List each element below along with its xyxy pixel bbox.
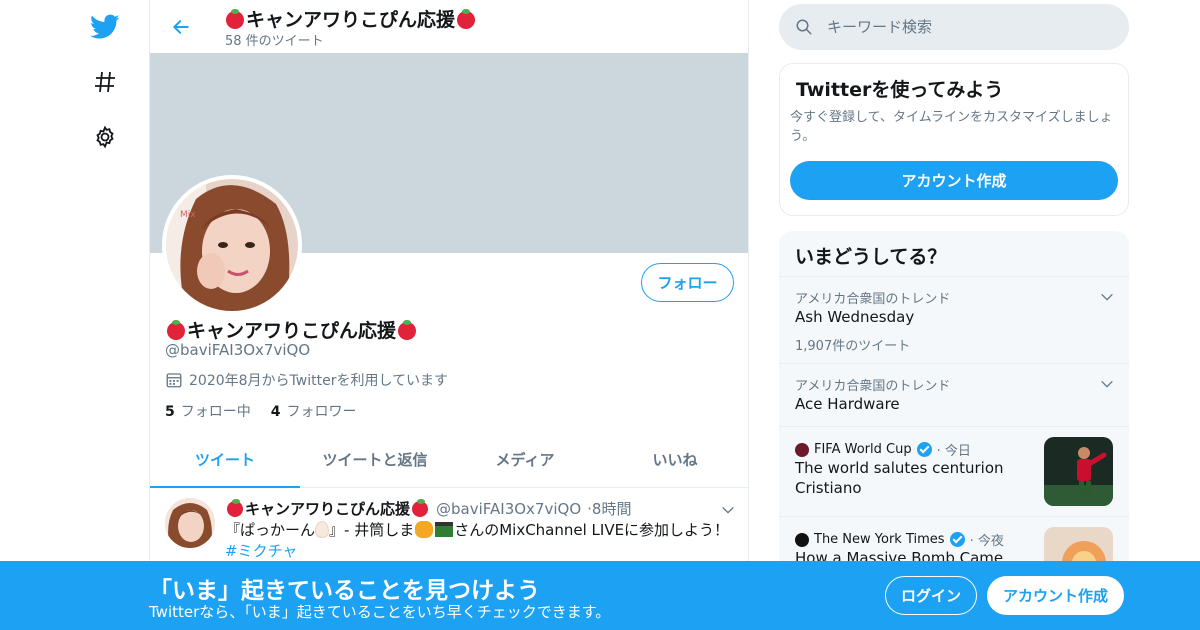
news-headline: The world salutes centurion Cristiano (795, 459, 1004, 497)
tweet-text: 『ぱっかーん 』- 井筒しま さんのMixChannel LIVEに参加しよう！ (225, 519, 729, 540)
back-button[interactable] (166, 12, 196, 42)
fifa-logo-icon (795, 442, 809, 457)
tweet-text-part1: 『ぱっかーん (225, 521, 316, 539)
chevron-down-icon[interactable] (720, 502, 736, 518)
tab-media[interactable]: メディア (450, 432, 600, 487)
back-arrow-icon (173, 20, 189, 34)
clapper-emoji-icon (435, 522, 454, 537)
signup-button[interactable]: アカウント作成 (987, 576, 1124, 615)
gear-icon[interactable] (82, 114, 128, 160)
tweet-text-part3: さんのMixChannel LIVEに参加しよう！ (454, 521, 730, 539)
news-time-text: 今日 (944, 444, 971, 459)
header-title-text: キャンアワりこぴん応援 (246, 9, 456, 31)
page: キャンアワりこぴん応援 58 件のツイート Mix フォロー キャンアワりこぴん… (0, 0, 1200, 630)
trends-title: いまどうしてる？ (795, 246, 947, 268)
news-time: · 今夜 (969, 534, 1004, 549)
header-title: キャンアワりこぴん応援 (224, 5, 477, 32)
profile-header: キャンアワりこぴん応援 58 件のツイート (150, 0, 748, 53)
tab-tweets-replies[interactable]: ツイートと返信 (300, 432, 450, 487)
tweet-count: 58 件のツイート (225, 34, 324, 49)
profile-name-text: キャンアワりこぴん応援 (187, 320, 397, 342)
trend-context: アメリカ合衆国のトレンド (795, 292, 951, 307)
verified-icon (949, 532, 965, 547)
signup-banner-title: 「いま」起きていることを見つけよう (149, 578, 540, 604)
tomato-emoji-icon (398, 320, 417, 340)
trend-context: アメリカ合衆国のトレンド (795, 379, 951, 394)
signup-card: Twitterを使ってみよう 今すぐ登録して、タイムラインをカスタマイズしましょ… (779, 63, 1129, 216)
signup-banner: 「いま」起きていることを見つけよう Twitterなら、「いま」起きていることを… (0, 561, 1200, 630)
egg-emoji-icon (315, 521, 330, 538)
tweet-handle[interactable]: @baviFAI3Ox7viQO (436, 500, 581, 518)
news-thumbnail (1044, 437, 1113, 506)
trend-count: 1,907件のツイート (795, 339, 911, 354)
create-account-button[interactable]: アカウント作成 (790, 161, 1118, 200)
trend-name: Ash Wednesday (795, 308, 915, 326)
tomato-emoji-icon (226, 9, 244, 29)
profile-column: キャンアワりこぴん応援 58 件のツイート Mix フォロー キャンアワりこぴん… (149, 0, 749, 630)
tweet-time[interactable]: ·8時間 (587, 498, 631, 519)
profile-joined: 2020年8月からTwitterを利用しています (165, 370, 448, 390)
following-label: フォロー中 (180, 404, 251, 420)
profile-handle: @baviFAI3Ox7viQO (165, 341, 311, 359)
tab-likes[interactable]: いいね (600, 432, 748, 487)
follow-button[interactable]: フォロー (641, 263, 734, 302)
chevron-down-icon[interactable] (1099, 376, 1115, 392)
svg-text:Mix: Mix (180, 210, 196, 220)
twitter-bird-icon[interactable] (82, 4, 128, 50)
tomato-emoji-icon (167, 320, 185, 340)
news-source: FIFA World Cup · 今日 (795, 440, 971, 459)
joined-text: 2020年8月からTwitterを利用しています (189, 373, 449, 389)
profile-name: キャンアワりこぴん応援 (165, 316, 418, 343)
search-input[interactable] (827, 18, 1097, 36)
trends-panel: いまどうしてる？ アメリカ合衆国のトレンド Ash Wednesday 1,90… (779, 231, 1129, 571)
login-button[interactable]: ログイン (885, 576, 977, 615)
signup-banner-subtitle: Twitterなら、「いま」起きていることをいち早くチェックできます。 (149, 603, 611, 621)
search-icon (796, 19, 812, 35)
trend-item[interactable]: アメリカ合衆国のトレンド Ash Wednesday 1,907件のツイート (779, 276, 1129, 363)
profile-tabs: ツイート ツイートと返信 メディア いいね (150, 432, 748, 488)
tomato-emoji-icon (457, 9, 476, 29)
verified-icon (916, 442, 932, 457)
profile-avatar[interactable]: Mix (162, 175, 302, 315)
tweet-header: キャンアワりこぴん応援 @baviFAI3Ox7viQO ·8時間 (225, 498, 631, 519)
calendar-icon (166, 373, 182, 388)
news-time-text: 今夜 (977, 534, 1004, 549)
tweet-time-text: 8時間 (591, 500, 632, 518)
following-count: 5 (165, 404, 175, 420)
news-source-name: The New York Times (814, 532, 945, 547)
tweet-text-part2: 』- 井筒しま (329, 521, 415, 539)
search-bar[interactable] (779, 4, 1129, 50)
news-time: · 今日 (936, 444, 971, 459)
tweet-hashtag[interactable]: #ミクチャ (225, 540, 297, 561)
profile-stats: 5 フォロー中 4 フォロワー (165, 401, 357, 421)
tiger-emoji-icon (415, 521, 434, 538)
trend-name: Ace Hardware (795, 395, 900, 413)
tomato-emoji-icon (227, 499, 243, 517)
tweet-author-name: キャンアワりこぴん応援 (245, 500, 411, 518)
tab-tweets[interactable]: ツイート (150, 432, 300, 488)
news-source: The New York Times · 今夜 (795, 530, 1004, 549)
news-item[interactable]: FIFA World Cup · 今日 The world salutes ce… (779, 426, 1129, 516)
tomato-emoji-icon (412, 499, 429, 517)
followers-label: フォロワー (286, 404, 357, 420)
news-source-name: FIFA World Cup (814, 442, 912, 457)
trend-item[interactable]: アメリカ合衆国のトレンド Ace Hardware (779, 363, 1129, 426)
followers-count: 4 (270, 404, 281, 420)
signup-card-title: Twitterを使ってみよう (796, 79, 1004, 101)
signup-card-description: 今すぐ登録して、タイムラインをカスタマイズしましょう。 (790, 110, 1113, 144)
followers-link[interactable]: 4 フォロワー (271, 401, 357, 421)
nyt-logo-icon (795, 532, 809, 547)
chevron-down-icon[interactable] (1099, 289, 1115, 305)
tweet-avatar[interactable] (165, 498, 215, 548)
following-link[interactable]: 5 フォロー中 (165, 401, 251, 421)
hashtag-icon[interactable] (82, 59, 128, 105)
tweet-author[interactable]: キャンアワりこぴん応援 (225, 498, 430, 519)
